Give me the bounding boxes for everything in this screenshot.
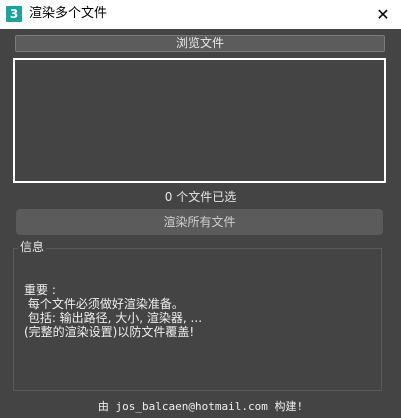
render-all-button[interactable]: 渲染所有文件	[16, 209, 383, 235]
credit-label: 由 jos_balcaen@hotmail.com 构建!	[97, 400, 304, 413]
info-legend: 信息	[18, 238, 47, 255]
window-title: 渲染多个文件	[29, 6, 108, 21]
browse-files-button[interactable]: 浏览文件	[15, 35, 385, 52]
file-list-box[interactable]	[13, 58, 386, 183]
close-button[interactable]: ✕	[365, 0, 401, 29]
selected-count-label: 0 个文件已选	[164, 190, 237, 204]
app-3dsmax-icon: 3	[6, 6, 22, 22]
title-bar: 3 渲染多个文件 ✕	[0, 0, 401, 29]
close-icon[interactable]: ✕	[376, 5, 389, 24]
info-text: 重要 : 每个文件必须做好渲染准备。 包括: 输出路径, 大小, 渲染器, ..…	[24, 283, 203, 339]
